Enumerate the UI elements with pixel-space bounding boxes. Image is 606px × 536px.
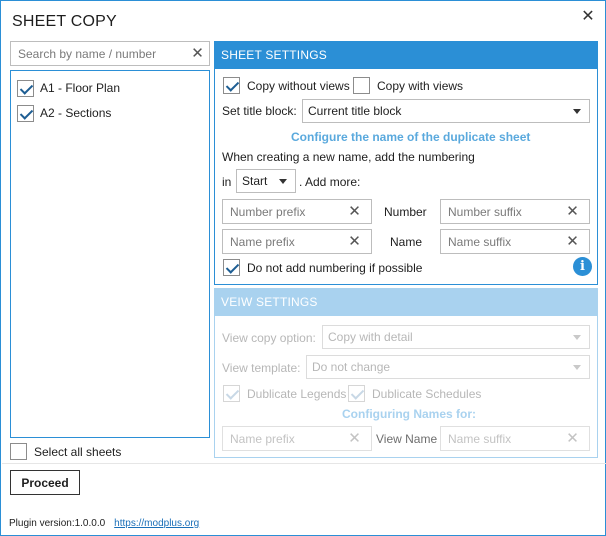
view-template-value: Do not change	[312, 360, 391, 374]
sheet-list: A1 - Floor Plan A2 - Sections	[10, 70, 210, 438]
clear-search-icon[interactable]: ✕	[189, 45, 206, 62]
clear-name-prefix-icon[interactable]: ✕	[346, 233, 363, 250]
sheet-checkbox[interactable]	[17, 79, 34, 97]
dublicate-legends-label: Dublicate Legends	[247, 386, 347, 401]
info-icon[interactable]: i	[573, 257, 592, 276]
view-template-row: View template:	[222, 361, 301, 375]
plugin-version: Plugin version:1.0.0.0	[9, 518, 106, 529]
add-more-label: . Add more:	[299, 175, 361, 189]
dublicate-schedules-checkbox[interactable]	[348, 385, 365, 402]
dublicate-legends-checkbox[interactable]	[223, 385, 240, 402]
chevron-down-icon	[573, 335, 581, 340]
list-item[interactable]: A1 - Floor Plan	[17, 78, 120, 98]
name-label: Name	[390, 235, 423, 249]
view-template-label: View template:	[222, 361, 301, 375]
no-numbering-checkbox[interactable]	[223, 259, 240, 276]
name-suffix-input[interactable]	[441, 230, 561, 253]
number-label-row: Number	[384, 205, 427, 219]
view-name-suffix-field: ✕	[440, 426, 590, 451]
copy-without-views-label: Copy without views	[247, 78, 350, 93]
copy-without-views-option[interactable]: Copy without views	[223, 77, 350, 94]
select-all-sheets[interactable]: Select all sheets	[10, 443, 121, 460]
copy-with-views-checkbox[interactable]	[353, 77, 370, 94]
proceed-button[interactable]: Proceed	[10, 470, 80, 495]
in-label-row: in	[222, 175, 231, 189]
view-copy-option-label: View copy option:	[222, 331, 316, 345]
dublicate-legends-option[interactable]: Dublicate Legends	[223, 385, 346, 402]
number-suffix-input[interactable]	[441, 200, 561, 223]
sheet-settings-panel: SHEET SETTINGS Copy without views Copy w…	[214, 41, 598, 285]
sheet-label: A1 - Floor Plan	[40, 81, 121, 95]
window-title: SHEET COPY	[12, 13, 117, 30]
footer: Plugin version:1.0.0.0 https://modplus.o…	[9, 518, 199, 529]
view-name-prefix-input[interactable]	[223, 427, 343, 450]
numbering-text: When creating a new name, add the number…	[222, 150, 475, 164]
name-label-row: Name	[390, 235, 422, 249]
name-suffix-field: ✕	[440, 229, 590, 254]
copy-with-views-label: Copy with views	[377, 78, 464, 93]
numbering-position-value: Start	[242, 174, 268, 188]
clear-view-name-suffix-icon[interactable]: ✕	[564, 430, 581, 447]
view-name-label: View Name	[376, 432, 438, 446]
title-block-label: Set title block:	[222, 104, 297, 118]
title-block-select[interactable]: Current title block	[302, 99, 590, 123]
configuring-names-title: Configuring Names for:	[342, 407, 476, 421]
number-label: Number	[384, 205, 427, 219]
close-button[interactable]: ✕	[579, 8, 597, 26]
select-all-label: Select all sheets	[34, 444, 122, 459]
sheet-label: A2 - Sections	[40, 106, 112, 120]
view-settings-header: VEIW SETTINGS	[215, 289, 597, 316]
view-name-suffix-input[interactable]	[441, 427, 561, 450]
footer-divider	[2, 463, 606, 464]
sheet-settings-header: SHEET SETTINGS	[215, 42, 597, 69]
view-copy-option-value: Copy with detail	[328, 330, 413, 344]
name-prefix-field: ✕	[222, 229, 372, 254]
no-numbering-label: Do not add numbering if possible	[247, 260, 423, 275]
configure-name-title: Configure the name of the duplicate shee…	[291, 130, 531, 144]
title-block-row: Set title block:	[222, 104, 297, 118]
dublicate-schedules-label: Dublicate Schedules	[372, 386, 482, 401]
view-copy-option-row: View copy option:	[222, 331, 316, 345]
view-name-label-row: View Name	[376, 432, 437, 446]
list-item[interactable]: A2 - Sections	[17, 103, 111, 123]
chevron-down-icon	[279, 179, 287, 184]
clear-number-prefix-icon[interactable]: ✕	[346, 203, 363, 220]
name-prefix-input[interactable]	[223, 230, 343, 253]
title-block-value: Current title block	[308, 104, 402, 118]
dublicate-schedules-option[interactable]: Dublicate Schedules	[348, 385, 481, 402]
view-copy-option-select[interactable]: Copy with detail	[322, 325, 590, 349]
modplus-link[interactable]: https://modplus.org	[114, 518, 199, 529]
search-box: ✕	[10, 41, 210, 66]
chevron-down-icon	[573, 109, 581, 114]
search-input[interactable]	[11, 42, 181, 65]
copy-with-views-option[interactable]: Copy with views	[353, 77, 463, 94]
number-prefix-input[interactable]	[223, 200, 343, 223]
chevron-down-icon	[573, 365, 581, 370]
number-suffix-field: ✕	[440, 199, 590, 224]
copy-without-views-checkbox[interactable]	[223, 77, 240, 94]
sheet-copy-window: SHEET COPY ✕ ✕ A1 - Floor Plan A2 - Sect…	[0, 0, 606, 536]
number-prefix-field: ✕	[222, 199, 372, 224]
numbering-position-select[interactable]: Start	[236, 169, 296, 193]
numbering-text-row: When creating a new name, add the number…	[222, 150, 475, 164]
close-icon: ✕	[581, 8, 595, 25]
add-more-row: . Add more:	[299, 175, 360, 189]
view-name-prefix-field: ✕	[222, 426, 372, 451]
sheet-checkbox[interactable]	[17, 104, 34, 122]
select-all-checkbox[interactable]	[10, 443, 27, 460]
view-settings-panel: VEIW SETTINGS View copy option: Copy wit…	[214, 288, 598, 458]
clear-name-suffix-icon[interactable]: ✕	[564, 233, 581, 250]
no-numbering-option[interactable]: Do not add numbering if possible	[223, 259, 422, 276]
view-template-select[interactable]: Do not change	[306, 355, 590, 379]
clear-view-name-prefix-icon[interactable]: ✕	[346, 430, 363, 447]
in-label: in	[222, 175, 232, 189]
clear-number-suffix-icon[interactable]: ✕	[564, 203, 581, 220]
